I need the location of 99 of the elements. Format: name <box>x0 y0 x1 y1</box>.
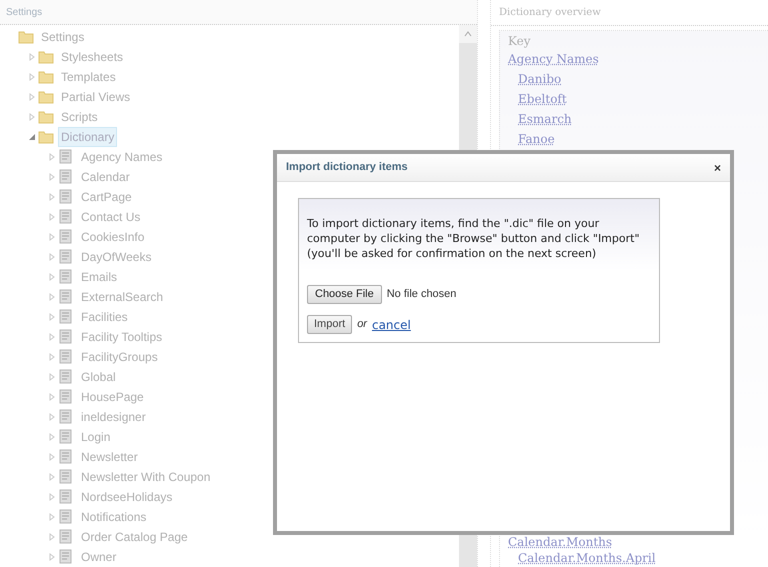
collapsed-arrow-icon[interactable] <box>28 93 36 101</box>
tree-item[interactable]: Login <box>78 427 114 447</box>
collapsed-arrow-icon[interactable] <box>48 353 56 361</box>
expanded-arrow-icon[interactable] <box>28 133 36 141</box>
collapsed-arrow-icon[interactable] <box>48 153 56 161</box>
tree-item[interactable]: Dictionary <box>58 127 118 147</box>
collapsed-arrow-icon[interactable] <box>48 313 56 321</box>
dialog-title: Import dictionary items <box>286 160 408 176</box>
tree-item[interactable]: HousePage <box>78 387 147 407</box>
tree-item[interactable]: Facility Tooltips <box>78 327 166 347</box>
dictionary-item-icon <box>58 189 74 205</box>
collapsed-arrow-icon[interactable] <box>48 393 56 401</box>
close-button[interactable]: × <box>714 158 721 176</box>
tree-item[interactable]: Newsletter With Coupon <box>78 467 214 487</box>
dictionary-item-icon <box>58 229 74 245</box>
folder-icon <box>38 129 54 145</box>
collapsed-arrow-icon[interactable] <box>48 373 56 381</box>
dictionary-item-icon <box>58 169 74 185</box>
dictionary-item-icon <box>58 469 74 485</box>
folder-icon <box>38 49 54 65</box>
collapsed-arrow-icon[interactable] <box>48 453 56 461</box>
or-text: or <box>357 317 367 332</box>
dictionary-item-icon <box>58 389 74 405</box>
dictionary-item-icon <box>58 249 74 265</box>
collapsed-arrow-icon[interactable] <box>48 333 56 341</box>
tree-item[interactable]: Agency Names <box>78 147 166 167</box>
tree-item[interactable]: ExternalSearch <box>78 287 166 307</box>
collapsed-arrow-icon[interactable] <box>48 513 56 521</box>
tree-item[interactable]: DayOfWeeks <box>78 247 154 267</box>
tree-item[interactable]: Emails <box>78 267 120 287</box>
tree-item[interactable]: Contact Us <box>78 207 144 227</box>
folder-icon <box>38 109 54 125</box>
tree-item[interactable]: Notifications <box>78 507 150 527</box>
folder-icon <box>38 69 54 85</box>
tree-item[interactable]: Owner <box>78 547 120 567</box>
dictionary-item-icon <box>58 149 74 165</box>
tree-item[interactable]: Facilities <box>78 307 131 327</box>
collapsed-arrow-icon[interactable] <box>48 493 56 501</box>
collapsed-arrow-icon[interactable] <box>48 193 56 201</box>
collapsed-arrow-icon[interactable] <box>48 293 56 301</box>
dictionary-item-icon <box>58 269 74 285</box>
tree-item[interactable]: Order Catalog Page <box>78 527 191 547</box>
dictionary-item-icon <box>58 549 74 565</box>
tree-item[interactable]: FacilityGroups <box>78 347 161 367</box>
dictionary-item-icon <box>58 449 74 465</box>
folder-icon <box>38 89 54 105</box>
instructions-text: To import dictionary items, find the ".dic" file on your computer by clicking the "Browse" button and click "Import" (you'll be asked for confirmation on the next screen) <box>307 216 641 261</box>
import-button[interactable]: Import <box>307 315 352 334</box>
dictionary-link[interactable]: Ebeltoft <box>518 90 567 108</box>
dictionary-item-icon <box>58 409 74 425</box>
dictionary-item-icon <box>58 529 74 545</box>
dictionary-item-icon <box>58 509 74 525</box>
dictionary-link[interactable]: Fanoe <box>518 130 555 148</box>
dictionary-link[interactable]: Calendar.Months.April <box>518 549 656 567</box>
key-heading: Key <box>508 33 531 50</box>
tree-item[interactable]: CartPage <box>78 187 135 207</box>
panel-title: Settings <box>6 6 42 20</box>
collapsed-arrow-icon[interactable] <box>28 53 36 61</box>
cancel-link[interactable]: cancel <box>372 316 411 334</box>
tree-item[interactable]: Settings <box>38 27 88 47</box>
collapsed-arrow-icon[interactable] <box>48 253 56 261</box>
dictionary-link[interactable]: Calendar.Months <box>508 533 612 551</box>
tree-item[interactable]: Scripts <box>58 107 101 127</box>
collapsed-arrow-icon[interactable] <box>48 533 56 541</box>
collapsed-arrow-icon[interactable] <box>48 433 56 441</box>
tree-item[interactable]: Templates <box>58 67 119 87</box>
dictionary-item-icon <box>58 329 74 345</box>
dictionary-item-icon <box>58 489 74 505</box>
collapsed-arrow-icon[interactable] <box>48 413 56 421</box>
dictionary-item-icon <box>58 309 74 325</box>
dictionary-item-icon <box>58 209 74 225</box>
tree-item[interactable]: Global <box>78 367 119 387</box>
dictionary-item-icon <box>58 289 74 305</box>
folder-icon <box>18 29 34 45</box>
scroll-up-icon[interactable] <box>464 31 472 37</box>
choose-file-button[interactable]: Choose File <box>307 285 382 304</box>
collapsed-arrow-icon[interactable] <box>48 173 56 181</box>
panel-title: Dictionary overview <box>499 6 601 20</box>
file-status: No file chosen <box>386 287 456 302</box>
collapsed-arrow-icon[interactable] <box>48 233 56 241</box>
tree-item[interactable]: Calendar <box>78 167 133 187</box>
tree-item[interactable]: Stylesheets <box>58 47 126 67</box>
collapsed-arrow-icon[interactable] <box>48 213 56 221</box>
tree-item[interactable]: Newsletter <box>78 447 141 467</box>
dictionary-link[interactable]: Danibo <box>518 70 562 88</box>
collapsed-arrow-icon[interactable] <box>28 113 36 121</box>
dictionary-item-icon <box>58 349 74 365</box>
collapsed-arrow-icon[interactable] <box>48 473 56 481</box>
dictionary-item-icon <box>58 429 74 445</box>
collapsed-arrow-icon[interactable] <box>48 273 56 281</box>
dictionary-item-icon <box>58 369 74 385</box>
dictionary-link[interactable]: Esmarch <box>518 110 572 128</box>
tree-item[interactable]: ineldesigner <box>78 407 149 427</box>
tree-item[interactable]: NordseeHolidays <box>78 487 176 507</box>
collapsed-arrow-icon[interactable] <box>28 73 36 81</box>
collapsed-arrow-icon[interactable] <box>48 553 56 561</box>
tree-item[interactable]: Partial Views <box>58 87 134 107</box>
dictionary-link[interactable]: Agency Names <box>508 50 599 68</box>
tree-item[interactable]: CookiesInfo <box>78 227 148 247</box>
